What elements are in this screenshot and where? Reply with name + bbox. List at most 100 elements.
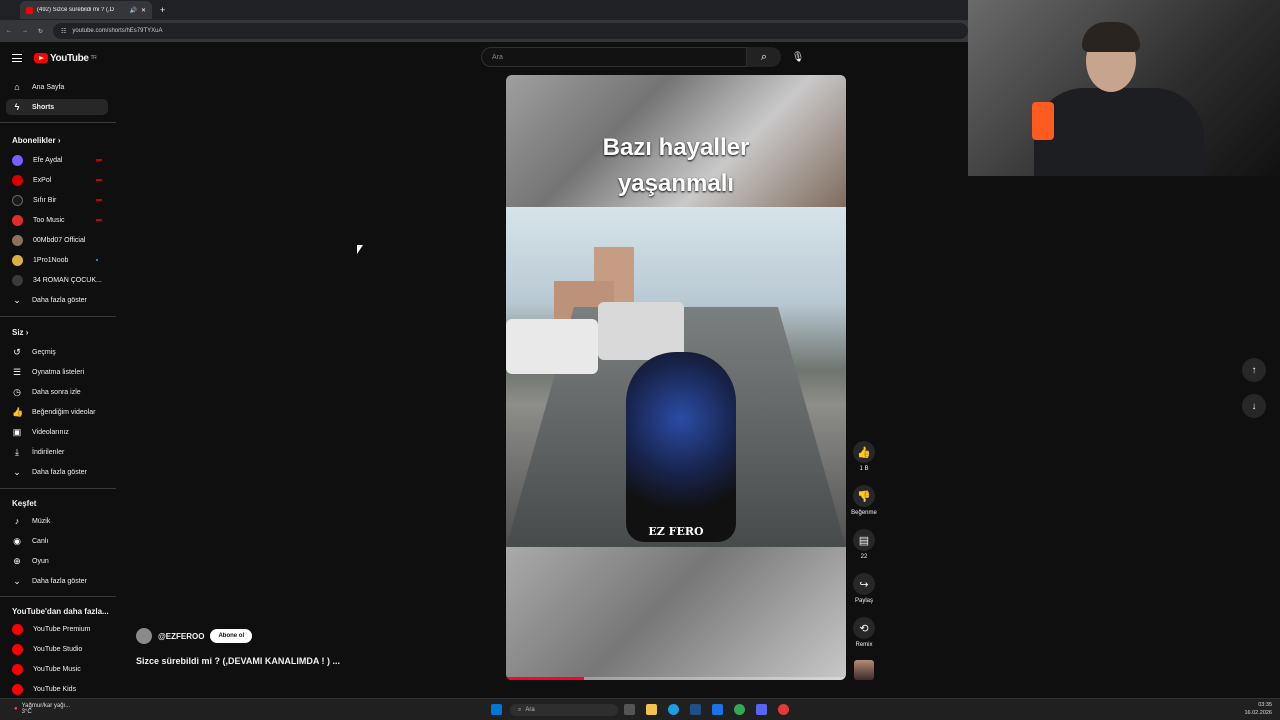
chevron-down-icon: ⌄: [13, 575, 21, 586]
browser-tab[interactable]: (492) Sizce sürebildi mi ? (,D 🔊 ✕: [20, 1, 152, 19]
scene-motorcycle: [626, 352, 736, 542]
discord-icon[interactable]: [756, 704, 767, 715]
youtube-logo[interactable]: YouTube TR: [34, 52, 97, 64]
microphone-icon: 🎙: [791, 51, 805, 63]
next-short-button[interactable]: ↓: [1242, 394, 1266, 418]
arrow-up-icon: ↑: [1251, 364, 1257, 376]
sidebar-item-label: 34 ROMAN ÇOCUK...: [33, 276, 102, 284]
subscriptions-show-more[interactable]: ⌄ Daha fazla göster: [6, 292, 108, 308]
previous-short-button[interactable]: ↑: [1242, 358, 1266, 382]
sidebar-item-subscription[interactable]: Too Music: [6, 212, 108, 228]
voice-search-button[interactable]: 🎙: [786, 47, 810, 67]
sidebar-item-youtube-music[interactable]: YouTube Music: [6, 661, 108, 677]
sidebar-item-label: Ana Sayfa: [32, 83, 65, 91]
channel-avatar: [12, 274, 23, 286]
forward-icon[interactable]: →: [22, 28, 28, 34]
channel-avatar: [12, 234, 23, 246]
video-caption: Bazı hayaller yaşanmalı: [506, 130, 846, 202]
clock-time: 03:35: [1258, 702, 1272, 708]
sidebar-item-youtube-kids[interactable]: YouTube Kids: [6, 681, 108, 697]
like-icon[interactable]: 👍: [853, 441, 875, 463]
channel-avatar: [12, 254, 23, 266]
share-action[interactable]: ↪ Paylaş: [850, 573, 878, 604]
close-tab-icon[interactable]: ✕: [141, 7, 146, 14]
sidebar-item-your-videos[interactable]: ▣ Videolarınız: [6, 424, 108, 440]
sidebar-item-watch-later[interactable]: ◷ Daha sonra izle: [6, 384, 108, 400]
file-explorer-icon[interactable]: [646, 704, 657, 715]
weather-widget[interactable]: ● Yağmur/kar yağı... 3°C: [14, 703, 70, 715]
speaker-icon[interactable]: 🔊: [129, 7, 136, 14]
comment-action[interactable]: ▤ 22: [850, 529, 878, 560]
you-heading[interactable]: Siz ›: [12, 328, 28, 337]
channel-avatar: [12, 174, 23, 186]
subscriptions-heading[interactable]: Abonelikler ›: [12, 136, 60, 145]
system-tray-clock[interactable]: 03:35 16.02.2026: [1244, 701, 1272, 717]
arrow-down-icon: ↓: [1251, 400, 1257, 412]
sidebar-item-label: YouTube Music: [33, 665, 81, 673]
search-button[interactable]: ⌕: [747, 47, 781, 67]
sidebar-item-downloads[interactable]: ⤓ İndirilenler: [6, 444, 108, 460]
sidebar-item-subscription[interactable]: Efe Aydal: [6, 152, 108, 168]
channel-avatar: [12, 154, 23, 166]
edge-icon[interactable]: [668, 704, 679, 715]
video-scene: [506, 207, 846, 547]
short-video-player[interactable]: Bazı hayaller yaşanmalı EZ FERO: [506, 75, 846, 680]
store-icon[interactable]: [690, 704, 701, 715]
new-tab-icon[interactable]: +: [160, 5, 165, 15]
sidebar-item-subscription[interactable]: 34 ROMAN ÇOCUK...: [6, 272, 108, 288]
sidebar-item-gaming[interactable]: ⊕ Oyun: [6, 553, 108, 569]
app-icon[interactable]: [712, 704, 723, 715]
scene-car: [506, 319, 598, 374]
video-caption-line: yaşanmalı: [617, 170, 735, 197]
sidebar-item-subscription[interactable]: ExPol: [6, 172, 108, 188]
sidebar-item-liked-videos[interactable]: 👍 Beğendiğim videolar: [6, 404, 108, 420]
youtube-logo-text: YouTube: [50, 52, 89, 64]
sidebar-item-subscription[interactable]: 1Pro1Noob: [6, 252, 108, 268]
back-icon[interactable]: ←: [6, 28, 12, 34]
comment-icon[interactable]: ▤: [853, 529, 875, 551]
reload-icon[interactable]: ↻: [38, 28, 43, 35]
remix-icon[interactable]: ⟲: [853, 617, 875, 639]
remix-action[interactable]: ⟲ Remix: [850, 617, 878, 648]
menu-icon[interactable]: [12, 54, 22, 62]
sidebar-divider: [0, 488, 116, 489]
explore-show-more[interactable]: ⌄ Daha fazla göster: [6, 573, 108, 589]
sidebar-item-label: 1Pro1Noob: [33, 256, 69, 264]
sidebar-item-home[interactable]: ⌂ Ana Sayfa: [6, 79, 108, 95]
search-input[interactable]: Ara: [481, 47, 747, 67]
live-indicator-icon: [96, 219, 102, 221]
video-title[interactable]: Sizce sürebildi mi ? (,DEVAMI KANALIMDA …: [136, 656, 340, 666]
sidebar-item-playlists[interactable]: ☰ Oynatma listeleri: [6, 364, 108, 380]
sidebar-item-youtube-premium[interactable]: YouTube Premium: [6, 621, 108, 637]
channel-avatar[interactable]: [136, 628, 152, 644]
taskbar-search[interactable]: ⌕ Ara: [510, 704, 618, 716]
windows-start-icon[interactable]: [491, 704, 502, 715]
channel-avatar: [12, 194, 23, 206]
webcam-person-hair: [1082, 22, 1140, 52]
site-info-icon[interactable]: ☷: [61, 28, 66, 35]
you-show-more[interactable]: ⌄ Daha fazla göster: [6, 464, 108, 480]
chrome-icon[interactable]: [734, 704, 745, 715]
sidebar-item-history[interactable]: ↺ Geçmiş: [6, 344, 108, 360]
dislike-icon[interactable]: 👎: [853, 485, 875, 507]
sidebar-item-live[interactable]: ◉ Canlı: [6, 533, 108, 549]
sidebar-item-music[interactable]: ♪ Müzik: [6, 513, 108, 529]
video-progress-bar[interactable]: [506, 677, 846, 680]
sound-thumbnail[interactable]: [854, 660, 874, 680]
app-red-icon[interactable]: [778, 704, 789, 715]
weather-temp: 3°C: [21, 709, 32, 715]
sidebar-item-label: Müzik: [32, 517, 51, 525]
channel-handle[interactable]: @EZFEROO: [158, 632, 204, 641]
task-view-icon[interactable]: [624, 704, 635, 715]
address-bar[interactable]: ☷ youtube.com/shorts/hEs79TYXuA: [53, 23, 968, 39]
share-icon[interactable]: ↪: [853, 573, 875, 595]
sidebar-item-subscription[interactable]: Sıfır Bir: [6, 192, 108, 208]
sidebar-item-label: Daha fazla göster: [32, 468, 87, 476]
like-action[interactable]: 👍 1 B: [850, 441, 878, 472]
dislike-action[interactable]: 👎 Beğenme: [850, 485, 878, 516]
subscribe-button[interactable]: Abone ol: [210, 629, 253, 643]
sidebar-item-youtube-studio[interactable]: YouTube Studio: [6, 641, 108, 657]
sidebar-item-shorts[interactable]: ϟ Shorts: [6, 99, 108, 115]
sidebar-item-subscription[interactable]: 00Mbd07 Official: [6, 232, 108, 248]
video-watermark: EZ FERO: [648, 525, 704, 538]
